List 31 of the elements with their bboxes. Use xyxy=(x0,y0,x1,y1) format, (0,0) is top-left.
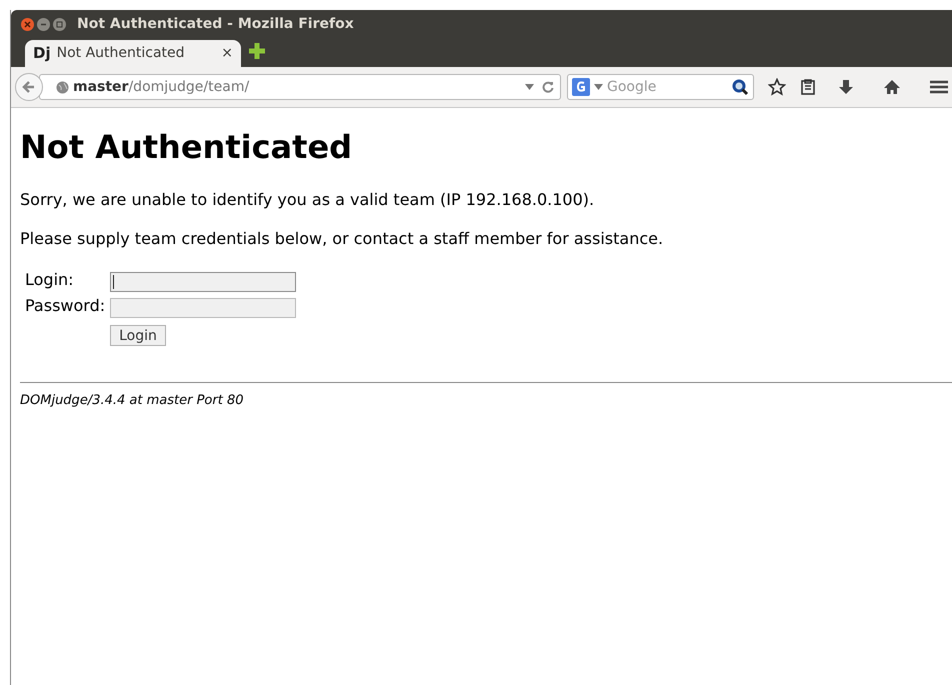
url-field[interactable]: master/domjudge/team/ xyxy=(39,74,561,100)
input-field[interactable] xyxy=(110,272,296,292)
dropdown-icon[interactable] xyxy=(594,84,603,90)
input-field[interactable] xyxy=(110,298,296,318)
page-heading: Not Authenticated xyxy=(20,128,354,166)
home-icon[interactable] xyxy=(884,79,900,95)
search-icon[interactable] xyxy=(732,78,749,96)
close-icon[interactable] xyxy=(21,18,34,30)
download-icon[interactable] xyxy=(838,79,854,95)
star-icon[interactable] xyxy=(768,78,786,96)
globe-icon xyxy=(56,80,69,94)
search-field[interactable]: Google xyxy=(567,74,754,100)
footer-text: DOMjudge/3.4.4 at master Port 80 xyxy=(20,392,244,410)
browser-tab[interactable]: Dj Not Authenticated × xyxy=(25,40,241,67)
back-icon[interactable] xyxy=(15,73,43,101)
url-text: master/domjudge/team/ xyxy=(73,78,250,96)
menu-icon[interactable] xyxy=(930,79,948,95)
field-label: Login: xyxy=(25,270,74,290)
minimize-icon[interactable] xyxy=(37,18,50,30)
new-tab-icon[interactable] xyxy=(249,43,265,59)
search-engine-icon[interactable] xyxy=(572,78,590,96)
login-button[interactable]: Login xyxy=(110,325,166,346)
favicon-text: Dj xyxy=(33,43,51,64)
field-label: Password: xyxy=(25,296,106,316)
tab-label: Not Authenticated xyxy=(56,44,185,63)
paragraph-text: Sorry, we are unable to identify you as a valid team (IP 192.168.0.100). xyxy=(20,189,596,212)
window-title: Not Authenticated - Mozilla Firefox xyxy=(77,14,354,34)
maximize-icon[interactable] xyxy=(53,18,66,30)
close-tab-icon[interactable]: × xyxy=(221,43,233,64)
clipboard-icon[interactable] xyxy=(800,79,816,95)
paragraph-text: Please supply team credentials below, or contact a staff member for assistance. xyxy=(20,228,664,250)
